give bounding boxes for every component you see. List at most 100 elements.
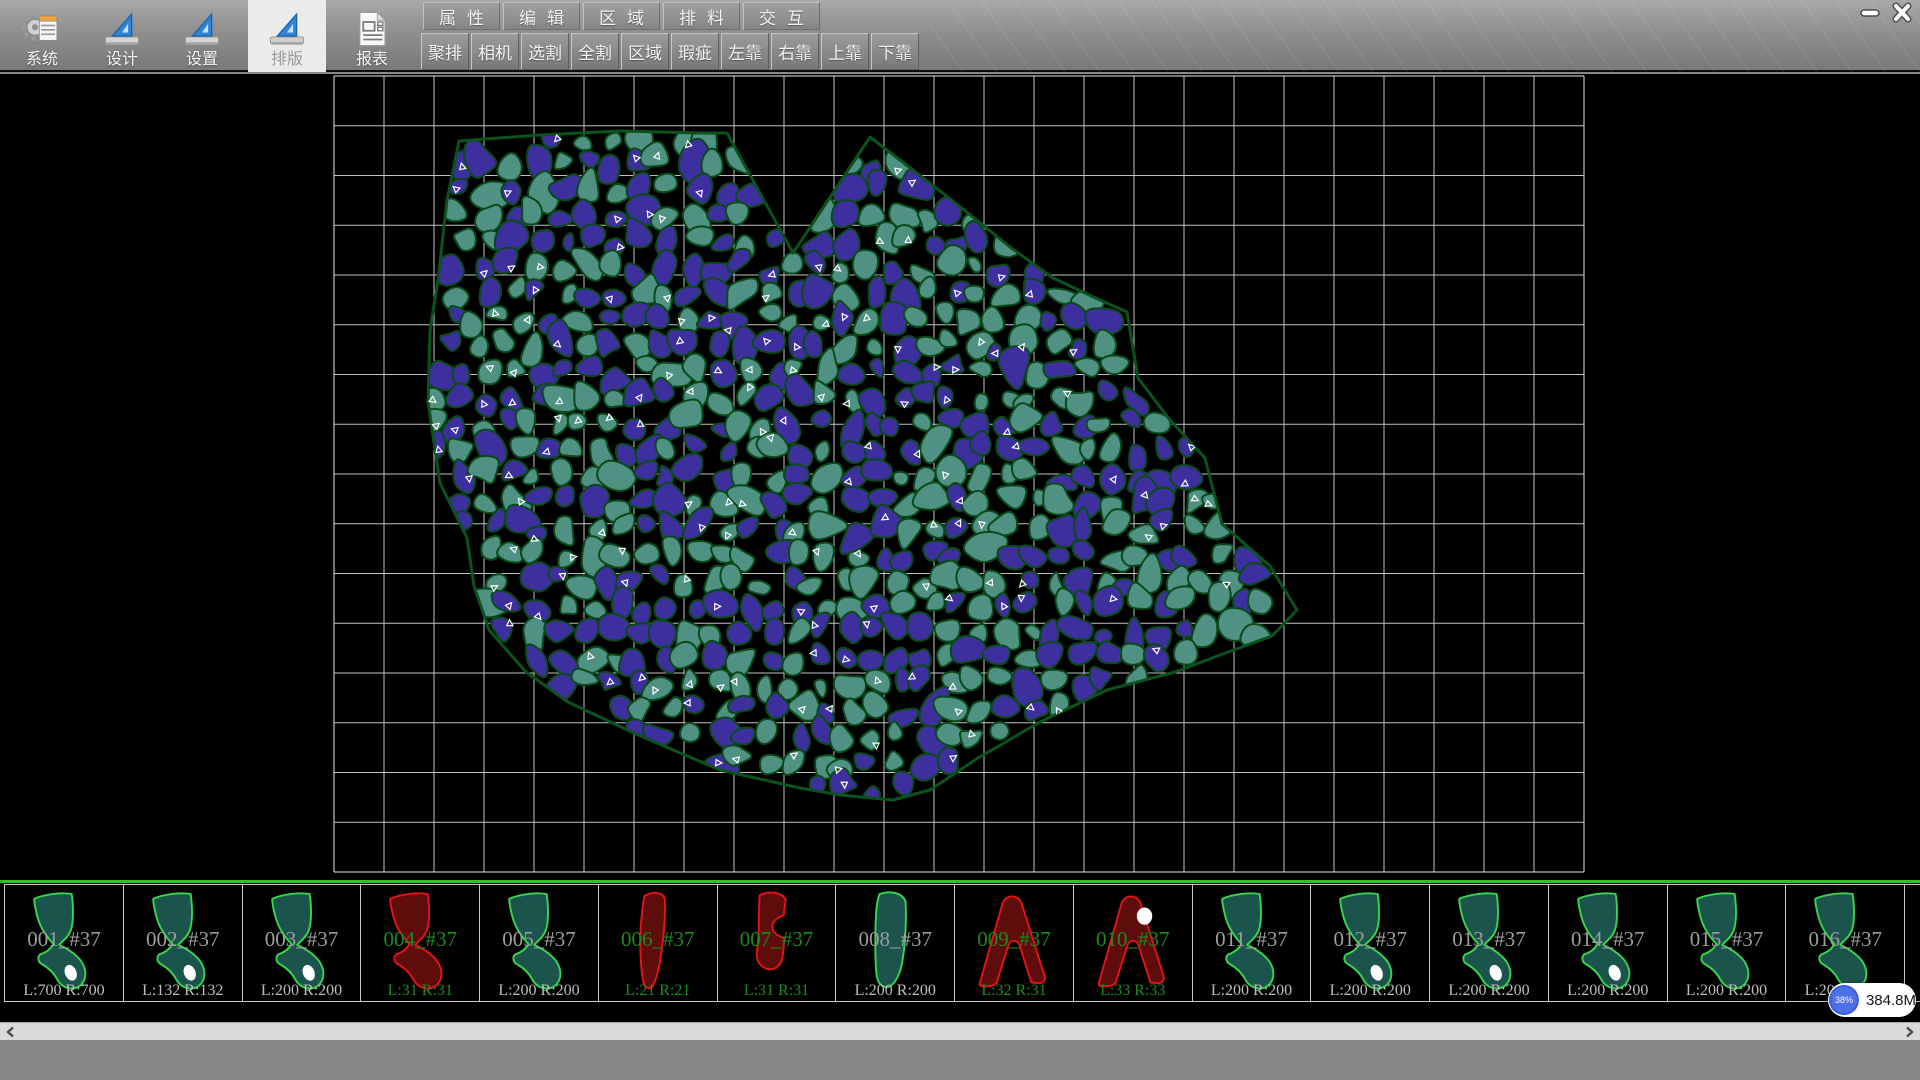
system-button[interactable]: 系统 <box>8 0 76 72</box>
set-square-icon <box>101 8 143 50</box>
nesting-canvas-svg[interactable] <box>0 74 1920 879</box>
layout-button-active[interactable]: 排版 <box>248 0 326 72</box>
settings-button[interactable]: 设置 <box>168 0 236 72</box>
design-button[interactable]: 设计 <box>88 0 156 72</box>
design-label: 设计 <box>106 51 138 69</box>
menu-row: 属性 编辑 区域 排料 交互 <box>423 2 820 30</box>
thumbnail-id-label: 003_#37 <box>243 929 361 950</box>
progress-badge[interactable]: 38% 384.8M <box>1828 983 1916 1017</box>
thumbnail-cell-015_#37[interactable]: 015_#37 L:200 R:200 <box>1667 884 1787 1002</box>
thumbnail-cell-006_#37[interactable]: 006_#37 L:21 R:21 <box>598 884 718 1002</box>
bottom-statusbar <box>0 1040 1920 1080</box>
thumbnail-lr-label: L:200 R:200 <box>1311 981 1429 1000</box>
thumbnail-id-label: 001_#37 <box>5 929 123 950</box>
tool-cluster-nest[interactable]: 聚排 <box>421 33 469 70</box>
minimize-icon <box>1855 1 1885 24</box>
tool-defect[interactable]: 瑕疵 <box>671 33 719 70</box>
chevron-left-icon <box>5 1026 17 1038</box>
filmstrip-lower-gap <box>0 1003 1920 1022</box>
tool-cut-all[interactable]: 全割 <box>571 33 619 70</box>
tool-snap-left[interactable]: 左靠 <box>721 33 769 70</box>
menu-edit[interactable]: 编辑 <box>503 2 580 30</box>
report-doc-icon <box>351 8 393 50</box>
thumbnail-id-label: 006_#37 <box>599 929 717 950</box>
thumbnail-id-label: 004_#37 <box>361 929 479 950</box>
thumbnail-cell-012_#37[interactable]: 012_#37 L:200 R:200 <box>1310 884 1430 1002</box>
thumbnail-lr-label: L:132 R:132 <box>124 981 242 1000</box>
tool-select-cut[interactable]: 选割 <box>521 33 569 70</box>
thumbnail-id-label: 016_#37 <box>1786 929 1904 950</box>
thumbnail-id-label: 009_#37 <box>955 929 1073 950</box>
menu-region[interactable]: 区域 <box>583 2 660 30</box>
piece-thumbnail-shape <box>1916 886 1920 1000</box>
thumbnail-lr-label: L:200 R:200 <box>1193 981 1311 1000</box>
thumbnail-cell-014_#37[interactable]: 014_#37 L:200 R:200 <box>1548 884 1668 1002</box>
scroll-left-button[interactable] <box>0 1023 22 1040</box>
thumbnail-id-label: 011_#37 <box>1193 929 1311 950</box>
thumbnail-lr-label: L:33 R:33 <box>1074 981 1192 1000</box>
set-square-icon <box>181 8 223 50</box>
thumbnail-cell-013_#37[interactable]: 013_#37 L:200 R:200 <box>1429 884 1549 1002</box>
thumbnail-lr-label: L:200 R:200 <box>243 981 361 1000</box>
tool-camera[interactable]: 相机 <box>471 33 519 70</box>
thumbnail-id-label: 013_#37 <box>1430 929 1548 950</box>
thumbnail-cell-005_#37[interactable]: 005_#37L:200 R:200 <box>479 884 599 1002</box>
tool-snap-top[interactable]: 上靠 <box>821 33 869 70</box>
tool-snap-bottom[interactable]: 下靠 <box>871 33 919 70</box>
thumbnail-lr-label: L:31 R:31 <box>718 981 836 1000</box>
thumbnail-lr-label: L:200 R:200 <box>1430 981 1548 1000</box>
thumbnail-cell-010_#37[interactable]: 010_#37 L:33 R:33 <box>1073 884 1193 1002</box>
close-icon <box>1887 1 1917 24</box>
thumbnail-lr-label: L:200 R:200 <box>836 981 954 1000</box>
thumbnail-cell-002_#37[interactable]: 002_#37 L:132 R:132 <box>123 884 243 1002</box>
toolbar-decor-streaks <box>930 0 1920 72</box>
tool-region[interactable]: 区域 <box>621 33 669 70</box>
report-button[interactable]: 报表 <box>338 0 406 72</box>
app-window: 系统 设计 设置 <box>0 0 1920 1080</box>
thumbnail-cell-004_#37[interactable]: 004_#37 L:31 R:31 <box>360 884 480 1002</box>
minimize-button[interactable] <box>1854 1 1886 24</box>
thumbnail-lr-label: L:21 R:21 <box>599 981 717 1000</box>
thumbnail-id-label: 014_#37 <box>1549 929 1667 950</box>
horizontal-scrollbar[interactable] <box>0 1022 1920 1040</box>
thumbnail-cell-001_#37[interactable]: 001_#37 L:700 R:700 <box>4 884 124 1002</box>
thumbnail-id-label: 002_#37 <box>124 929 242 950</box>
filmstrip-accent-line <box>0 880 1920 883</box>
main-toolbar: 系统 设计 设置 <box>0 0 1920 72</box>
menu-properties[interactable]: 属性 <box>423 2 500 30</box>
menu-nesting[interactable]: 排料 <box>663 2 740 30</box>
thumbnail-lr-label: L:200 R:200 <box>1668 981 1786 1000</box>
thumbnail-lr-label: L:200 R:200 <box>1549 981 1667 1000</box>
set-square-icon <box>266 8 308 50</box>
progress-percent-circle: 38% <box>1829 985 1859 1015</box>
window-controls <box>1854 1 1918 24</box>
scroll-right-button[interactable] <box>1898 1023 1920 1040</box>
close-button[interactable] <box>1886 1 1918 24</box>
thumbnail-cell-008_#37[interactable]: 008_#37 L:200 R:200 <box>835 884 955 1002</box>
thumbnail-cell-003_#37[interactable]: 003_#37 L:200 R:200 <box>242 884 362 1002</box>
settings-label: 设置 <box>186 51 218 69</box>
nesting-canvas[interactable] <box>0 74 1920 879</box>
system-label: 系统 <box>26 51 58 69</box>
thumbnail-cell-007_#37[interactable]: 007_#37 L:31 R:31 <box>717 884 837 1002</box>
toolbar-icon-strip: 系统 设计 设置 <box>0 0 418 72</box>
thumbnail-id-label: 007_#37 <box>718 929 836 950</box>
thumbnail-id-label: 008_#37 <box>836 929 954 950</box>
menu-interact[interactable]: 交互 <box>743 2 820 30</box>
thumbnail-lr-label: L:200 R:200 <box>480 981 598 1000</box>
thumbnail-id-label: 012_#37 <box>1311 929 1429 950</box>
thumbnail-lr-label: L:32 R:31 <box>955 981 1073 1000</box>
chevron-right-icon <box>1903 1026 1915 1038</box>
thumbnail-lr-label: L:31 R:31 <box>361 981 479 1000</box>
report-label: 报表 <box>356 51 388 69</box>
thumbnail-cell-011_#37[interactable]: 011_#37 L:200 R:200 <box>1192 884 1312 1002</box>
tool-row: 聚排 相机 选割 全割 区域 瑕疵 左靠 右靠 上靠 下靠 <box>421 33 919 70</box>
thumbnail-cell-009_#37[interactable]: 009_#37 L:32 R:31 <box>954 884 1074 1002</box>
system-gear-icon <box>21 8 63 50</box>
filmstrip: 001_#37L:700 R:700002_#37L:132 R:132003_… <box>0 879 1920 1003</box>
thumbnail-id-label: 015_#37 <box>1668 929 1786 950</box>
thumbnail-lr-label: L:700 R:700 <box>5 981 123 1000</box>
progress-size-label: 384.8M <box>1866 992 1916 1009</box>
thumbnail-id-label: 010_#37 <box>1074 929 1192 950</box>
tool-snap-right[interactable]: 右靠 <box>771 33 819 70</box>
